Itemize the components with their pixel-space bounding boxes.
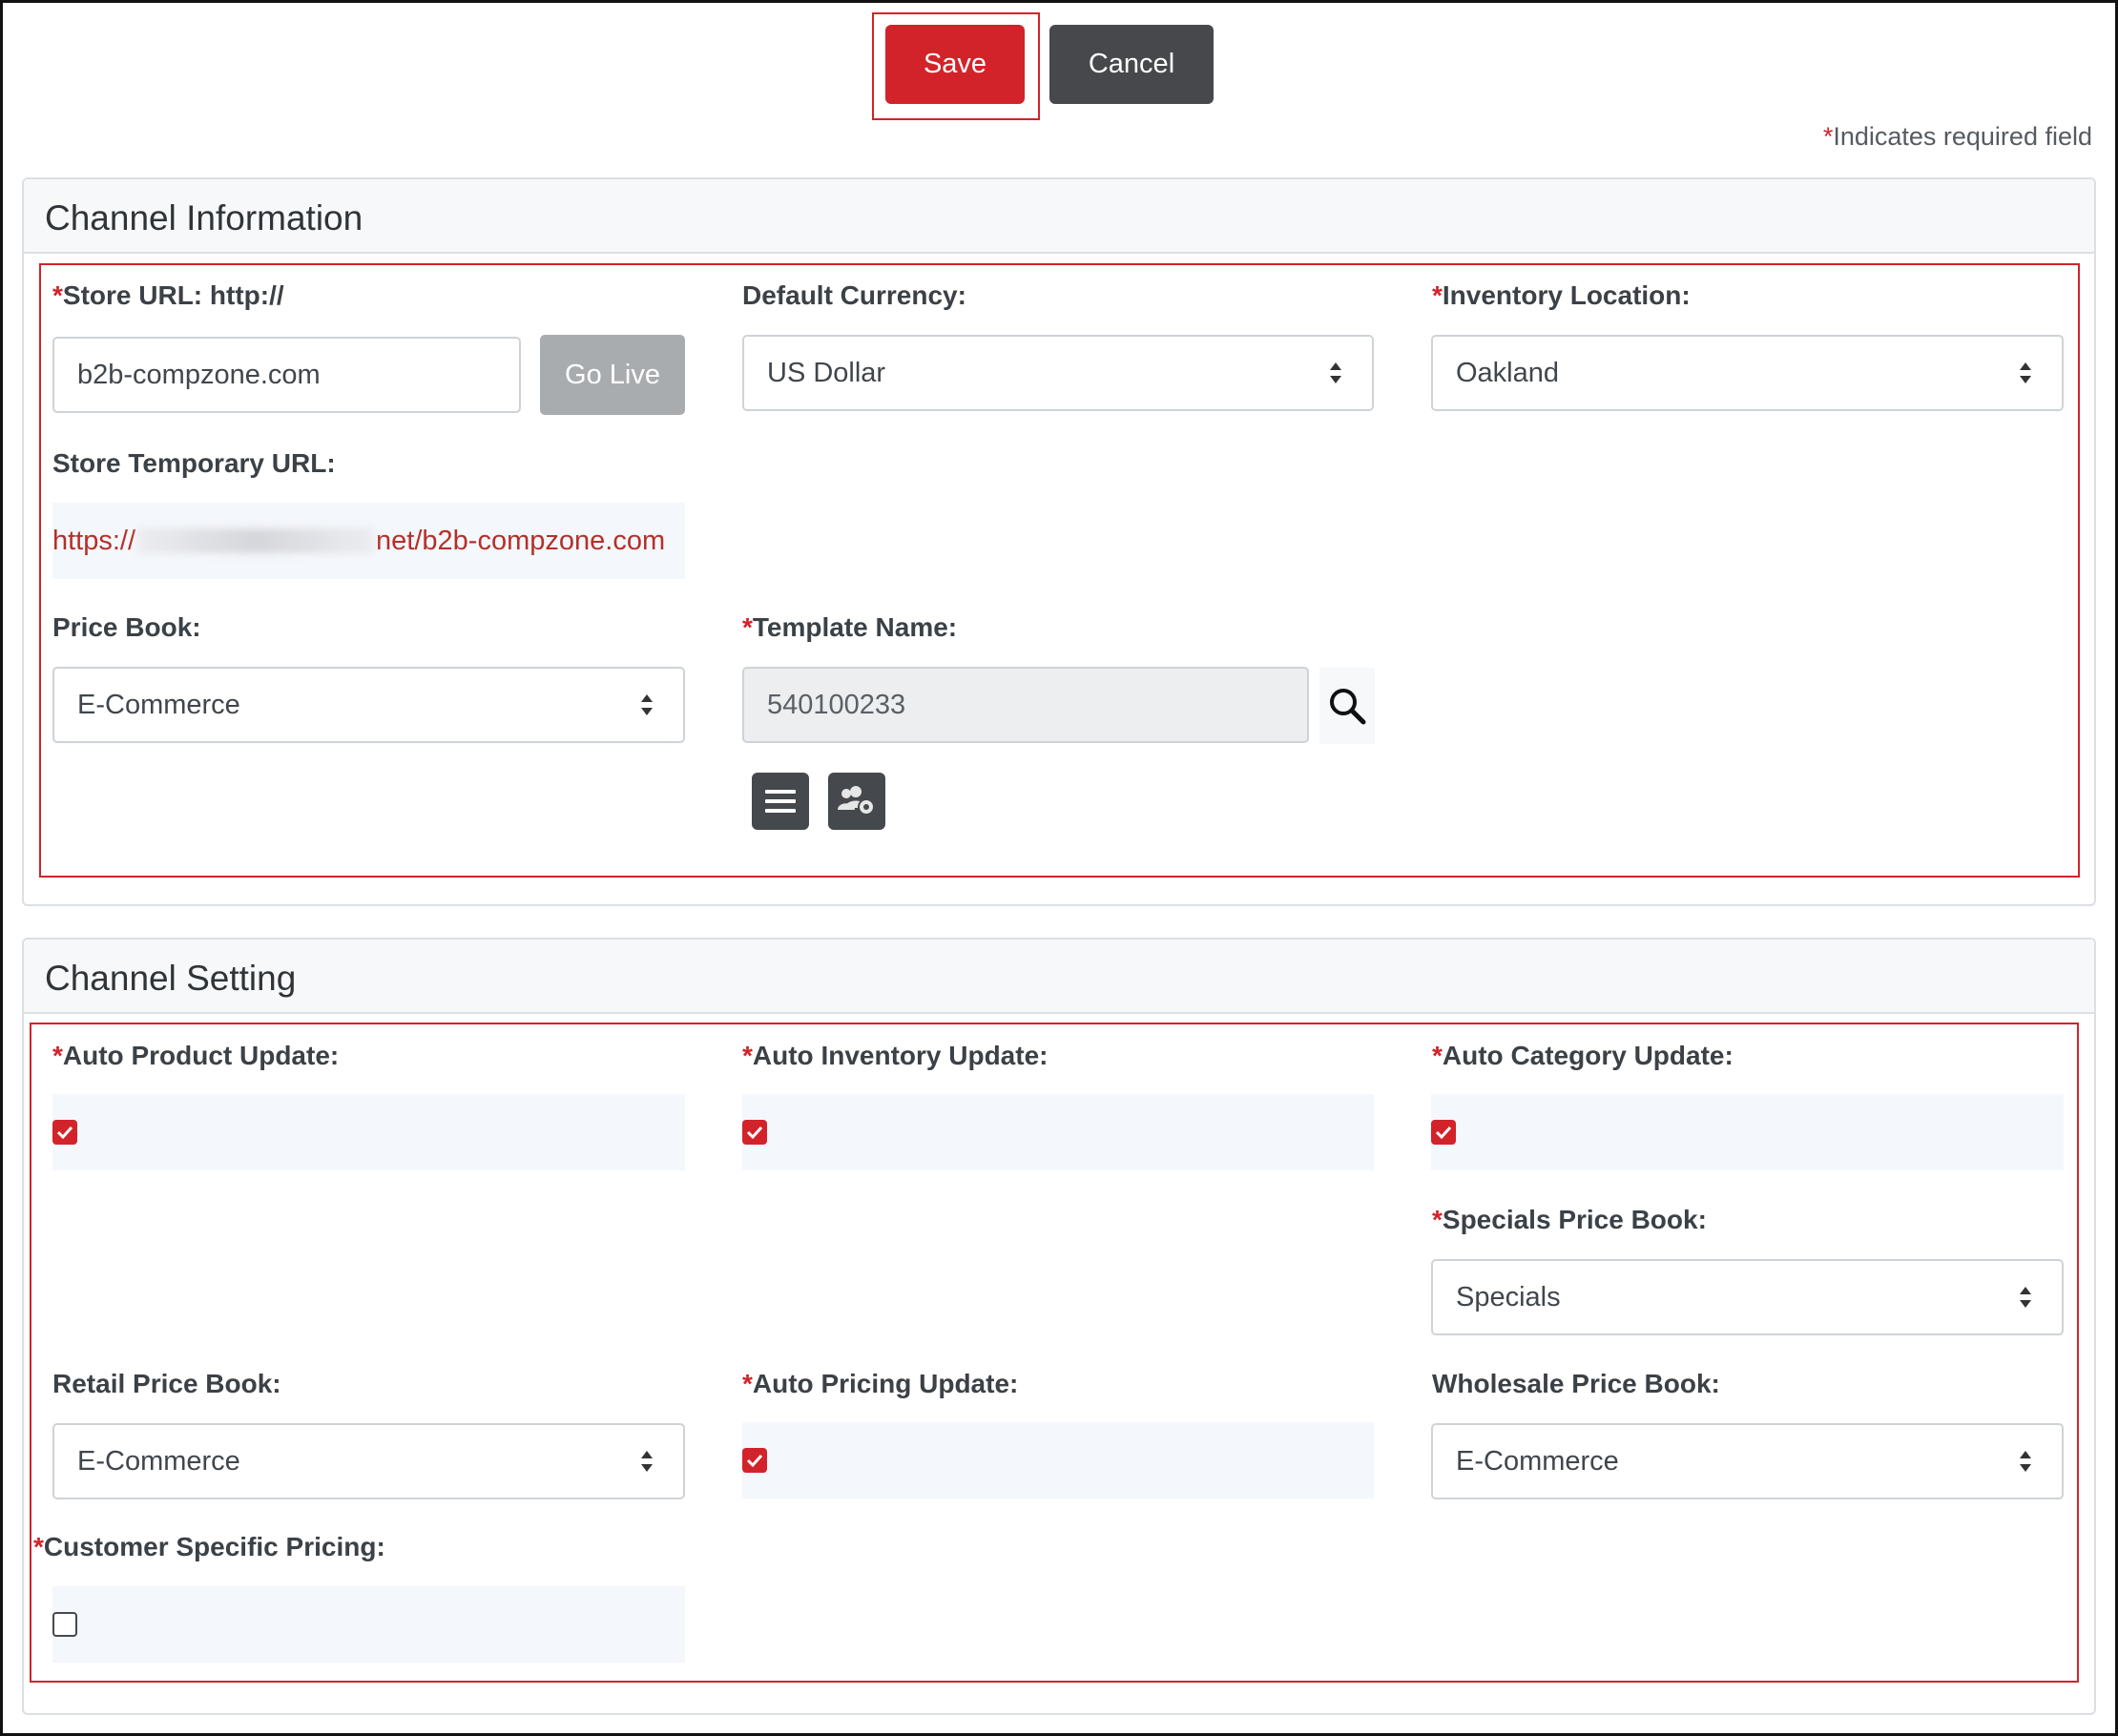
channel-setting-header: Channel Setting — [24, 940, 2094, 1014]
retail-price-book-label: Retail Price Book: — [52, 1369, 281, 1398]
save-button[interactable]: Save — [885, 25, 1025, 104]
auto-inventory-update-checkbox[interactable] — [742, 1120, 767, 1145]
store-temporary-url-label: Store Temporary URL: — [52, 448, 336, 478]
default-currency-select[interactable]: US Dollar — [742, 335, 1374, 411]
price-book-select[interactable]: E-Commerce — [52, 667, 685, 743]
inventory-location-label: *Inventory Location: — [1432, 280, 1691, 310]
store-temporary-url-link[interactable]: https://net/b2b-compzone.com — [52, 503, 685, 579]
template-search-button[interactable] — [1319, 668, 1375, 744]
store-url-input[interactable]: b2b-compzone.com — [52, 337, 521, 413]
retail-price-book-select[interactable]: E-Commerce — [52, 1423, 685, 1499]
wholesale-price-book-label: Wholesale Price Book: — [1432, 1369, 1720, 1398]
required-field-note: *Indicates required field — [1823, 122, 2092, 152]
checkmark-icon — [56, 1126, 73, 1139]
checkmark-icon — [1435, 1126, 1452, 1139]
select-arrows-icon — [2020, 1287, 2031, 1308]
auto-pricing-update-checkbox[interactable] — [742, 1448, 767, 1473]
checkmark-icon — [746, 1126, 763, 1139]
select-arrows-icon — [2020, 362, 2031, 383]
auto-pricing-update-label: *Auto Pricing Update: — [742, 1369, 1019, 1398]
auto-category-update-label: *Auto Category Update: — [1432, 1041, 1734, 1070]
users-gear-icon — [838, 786, 875, 816]
auto-product-update-label: *Auto Product Update: — [52, 1041, 340, 1070]
channel-information-header: Channel Information — [24, 179, 2094, 254]
channel-setting-title: Channel Setting — [45, 959, 297, 998]
form-toolbar: Save Cancel *Indicates required field — [0, 0, 2118, 151]
blurred-domain — [137, 528, 375, 553]
wholesale-price-book-select[interactable]: E-Commerce — [1431, 1423, 2064, 1499]
select-arrows-icon — [641, 694, 653, 715]
channel-information-title: Channel Information — [45, 198, 363, 238]
template-settings-button[interactable] — [828, 773, 885, 830]
search-icon — [1330, 689, 1366, 725]
go-live-button[interactable]: Go Live — [540, 335, 685, 415]
customer-specific-pricing-checkbox[interactable] — [52, 1612, 77, 1637]
auto-inventory-update-label: *Auto Inventory Update: — [742, 1041, 1049, 1070]
template-name-input[interactable]: 540100233 — [742, 667, 1309, 743]
select-arrows-icon — [641, 1451, 653, 1472]
required-note-text: Indicates required field — [1833, 122, 2092, 151]
specials-price-book-select[interactable]: Specials — [1431, 1259, 2064, 1335]
select-arrows-icon — [2020, 1451, 2031, 1472]
specials-price-book-label: *Specials Price Book: — [1432, 1205, 1707, 1234]
hamburger-menu-icon — [765, 790, 796, 813]
auto-product-update-checkbox[interactable] — [52, 1120, 77, 1145]
auto-inventory-update-field — [742, 1094, 1374, 1170]
customer-specific-pricing-field — [52, 1586, 685, 1663]
template-name-label: *Template Name: — [742, 612, 958, 642]
required-star: * — [1822, 122, 1834, 151]
default-currency-label: Default Currency: — [742, 280, 966, 310]
auto-category-update-checkbox[interactable] — [1431, 1120, 1456, 1145]
auto-product-update-field — [52, 1094, 685, 1170]
price-book-label: Price Book: — [52, 612, 201, 642]
cancel-button[interactable]: Cancel — [1049, 25, 1214, 104]
checkmark-icon — [746, 1454, 763, 1467]
store-url-label: *Store URL: http:// — [52, 280, 284, 310]
select-arrows-icon — [1330, 362, 1341, 383]
customer-specific-pricing-label: *Customer Specific Pricing: — [33, 1532, 385, 1561]
auto-category-update-field — [1431, 1094, 2064, 1170]
template-list-button[interactable] — [752, 773, 809, 830]
inventory-location-select[interactable]: Oakland — [1431, 335, 2064, 411]
auto-pricing-update-field — [742, 1422, 1374, 1498]
